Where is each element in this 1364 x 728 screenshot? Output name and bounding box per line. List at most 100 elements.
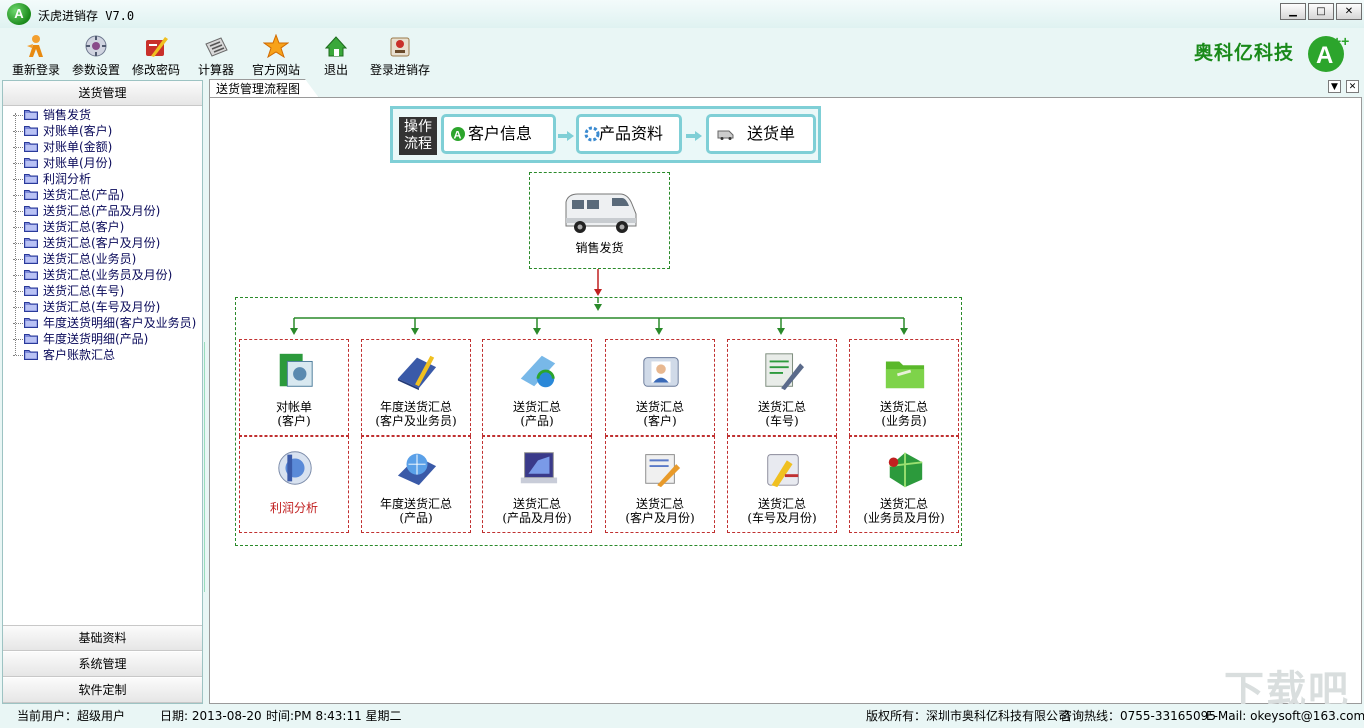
- sidebar-item[interactable]: 送货汇总(客户及月份): [13, 235, 160, 251]
- flow-step-delivery-note[interactable]: 送货单: [706, 114, 816, 154]
- login-inventory-label: 登录进销存: [369, 63, 430, 77]
- report-node[interactable]: 送货汇总 (业务员): [849, 339, 959, 436]
- maximize-button[interactable]: □: [1308, 3, 1334, 20]
- flow-caption: 操作 流程: [399, 117, 437, 155]
- report-node[interactable]: 利润分析: [239, 436, 349, 533]
- sidebar-item[interactable]: 利润分析: [13, 171, 91, 187]
- folder-icon: [24, 254, 38, 264]
- section-header-delivery[interactable]: 送货管理: [3, 81, 202, 106]
- section-header-basic-data[interactable]: 基础资料: [3, 626, 202, 651]
- report-node-label: 送货汇总: [512, 497, 561, 511]
- official-site-label: 官方网站: [251, 63, 300, 77]
- report-node-sublabel: (产品): [520, 414, 554, 428]
- report-icon: [520, 452, 558, 484]
- section-header-software-custom[interactable]: 软件定制: [3, 678, 202, 703]
- folder-icon: [24, 110, 38, 120]
- exit-button[interactable]: 退出: [303, 34, 369, 78]
- section-header-system-management[interactable]: 系统管理: [3, 652, 202, 677]
- tab-delivery-flowchart[interactable]: 送货管理流程图: [209, 79, 319, 98]
- flow-step-product-data[interactable]: 产品资料: [576, 114, 682, 154]
- folder-icon: [24, 238, 38, 248]
- sidebar-item[interactable]: 送货汇总(产品): [13, 187, 124, 203]
- report-node-label: 送货汇总: [757, 400, 806, 414]
- flow-step-customer-info[interactable]: A 客户信息: [441, 114, 556, 154]
- sidebar-item[interactable]: 销售发货: [13, 107, 91, 123]
- report-icon: [645, 454, 681, 488]
- sidebar-item[interactable]: 送货汇总(客户): [13, 219, 124, 235]
- report-node-label: 送货汇总: [635, 497, 684, 511]
- sidebar-item[interactable]: 送货汇总(产品及月份): [13, 203, 160, 219]
- official-site-button[interactable]: 官方网站: [243, 34, 309, 78]
- report-node-label: 送货汇总: [879, 497, 928, 511]
- folder-icon: [24, 334, 38, 344]
- flowchart-canvas: 操作 流程 A 客户信息 产品资料 送货单 销售发货 对帐单 (客户) 年度送货…: [209, 97, 1362, 704]
- report-node-label: 送货汇总: [635, 400, 684, 414]
- report-node[interactable]: 年度送货汇总 (产品): [361, 436, 471, 533]
- sidebar-item[interactable]: 对账单(月份): [13, 155, 112, 171]
- report-node-sublabel: (客户): [643, 414, 677, 428]
- tab-list-dropdown[interactable]: ▼: [1328, 80, 1341, 93]
- report-node[interactable]: 送货汇总 (业务员及月份): [849, 436, 959, 533]
- sidebar-item-label: 年度送货明细(产品): [43, 332, 149, 346]
- sidebar-item[interactable]: 对账单(金额): [13, 139, 112, 155]
- folder-icon: [24, 222, 38, 232]
- sidebar-item[interactable]: 送货汇总(车号): [13, 283, 124, 299]
- sidebar-item[interactable]: 送货汇总(车号及月份): [13, 299, 160, 315]
- app-logo-icon: A: [7, 3, 31, 25]
- report-icon: [397, 355, 437, 391]
- sidebar-item-label: 送货汇总(车号): [43, 284, 125, 298]
- calculator-button[interactable]: 计算器: [183, 34, 249, 78]
- report-icon: [643, 357, 679, 387]
- flow-caption-line1: 操作: [404, 119, 432, 135]
- login-inventory-button[interactable]: 登录进销存: [367, 34, 433, 78]
- report-icon: [397, 453, 437, 486]
- report-node-sublabel: (客户及月份): [625, 511, 695, 525]
- relogin-icon: [27, 35, 43, 57]
- report-node[interactable]: 送货汇总 (客户及月份): [605, 436, 715, 533]
- relogin-label: 重新登录: [11, 63, 60, 77]
- folder-icon: [24, 318, 38, 328]
- sidebar-item[interactable]: 送货汇总(业务员及月份): [13, 267, 172, 283]
- brand-logo-icon: A ++: [1308, 33, 1349, 72]
- sidebar-item[interactable]: 送货汇总(业务员): [13, 251, 136, 267]
- svg-text:++: ++: [1333, 33, 1349, 49]
- report-node[interactable]: 送货汇总 (产品及月份): [482, 436, 592, 533]
- tree-connector: [13, 290, 23, 293]
- sales-delivery-node[interactable]: 销售发货: [529, 172, 670, 269]
- status-current-user: 当前用户：超级用户: [17, 709, 126, 723]
- report-node[interactable]: 送货汇总 (车号): [727, 339, 837, 436]
- sidebar-item-label: 对账单(客户): [43, 124, 113, 138]
- report-node[interactable]: 年度送货汇总 (客户及业务员): [361, 339, 471, 436]
- status-email: E-Mail: okeysoft@163.com: [1206, 709, 1364, 723]
- tree-connector: [13, 354, 23, 357]
- sidebar-item[interactable]: 客户账款汇总: [13, 347, 115, 363]
- toolbar: 重新登录 参数设置 修改密码 计算器 官方网站 退出 登录进销存 奥科亿科技 A…: [0, 28, 1364, 78]
- close-button[interactable]: ✕: [1336, 3, 1362, 20]
- minimize-button[interactable]: ▁: [1280, 3, 1306, 20]
- exit-label: 退出: [323, 63, 348, 77]
- sidebar-item-label: 利润分析: [43, 172, 92, 186]
- report-node[interactable]: 送货汇总 (车号及月份): [727, 436, 837, 533]
- tree-connector: [13, 194, 23, 197]
- report-node[interactable]: 送货汇总 (产品): [482, 339, 592, 436]
- report-node[interactable]: 对帐单 (客户): [239, 339, 349, 436]
- settings-button[interactable]: 参数设置: [63, 34, 129, 78]
- relogin-button[interactable]: 重新登录: [3, 34, 69, 78]
- product-data-icon: [584, 126, 600, 142]
- tree-connector: [13, 258, 23, 261]
- sales-delivery-label: 销售发货: [575, 241, 624, 255]
- status-copyright: 版权所有：深圳市奥科亿科技有限公司: [866, 709, 1071, 723]
- sidebar-item-label: 对账单(金额): [43, 140, 113, 154]
- sidebar-item[interactable]: 对账单(客户): [13, 123, 112, 139]
- window-title: 沃虎进销存 V7.0: [38, 9, 135, 23]
- brand: 奥科亿科技 A ++: [1152, 30, 1352, 74]
- tree-connector: [13, 306, 23, 309]
- tree-connector: [13, 242, 23, 245]
- sidebar-item[interactable]: 年度送货明细(产品): [13, 331, 148, 347]
- tab-close-button[interactable]: ✕: [1346, 80, 1359, 93]
- sidebar-item-label: 送货汇总(业务员及月份): [43, 268, 173, 282]
- report-node-sublabel: (产品及月份): [502, 511, 572, 525]
- sidebar-item[interactable]: 年度送货明细(客户及业务员): [13, 315, 196, 331]
- change-password-button[interactable]: 修改密码: [123, 34, 189, 78]
- report-node[interactable]: 送货汇总 (客户): [605, 339, 715, 436]
